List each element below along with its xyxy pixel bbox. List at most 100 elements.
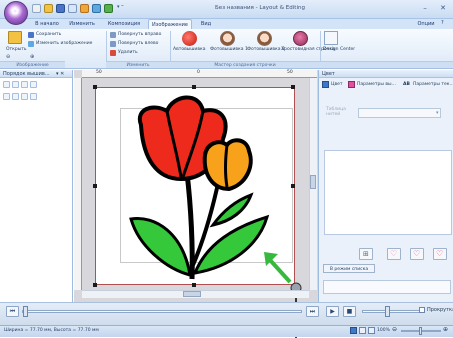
cross-stitch-button[interactable]: Хростовидная строчка [281,47,335,52]
rewind-start-button[interactable]: ⏮ [6,306,19,317]
color-palette-area[interactable] [324,150,452,235]
quick-access-icon[interactable] [104,4,113,13]
view-icon[interactable] [3,93,10,100]
rotate-left-button[interactable]: Повернуть влево [118,41,158,46]
save-image-button[interactable]: Сохранить [36,32,61,37]
change-image-button[interactable]: Изменить изображение [36,41,92,46]
save-disk-icon[interactable] [56,4,65,13]
grid-toggle-icon[interactable] [350,327,357,334]
delete-button[interactable]: Удалить [118,50,138,55]
list-mode-button[interactable]: В режим списка [323,264,375,273]
window-title: Без названия - Layout & Editing [215,5,305,11]
quick-access-dropdown-icon[interactable]: ▾ ⁼ [117,4,135,13]
step-forward-button[interactable]: ⏭ [306,306,319,317]
panel-pin-close-icon[interactable]: ▾ ✕ [56,71,71,78]
heart-outline-icon: ♡ [390,249,398,258]
move-up-icon[interactable] [12,93,19,100]
vertical-scroll-thumb[interactable] [310,175,316,189]
scroll-checkbox[interactable] [419,307,425,313]
zoom-level: 100% [377,328,390,333]
petal-line [224,144,229,188]
options-menu[interactable]: Опции [412,19,440,29]
sort-icon[interactable] [3,81,10,88]
tab-view[interactable]: Вид [196,19,216,29]
resize-handle[interactable] [291,184,295,188]
close-button[interactable]: ✕ [438,3,448,13]
change-image-icon [28,41,34,47]
rotate-left-icon [110,41,116,47]
resize-handle[interactable] [93,85,97,89]
open-image-icon[interactable] [8,31,22,44]
stop-button[interactable]: ■ [343,306,356,317]
open-folder-icon[interactable] [44,4,53,13]
tab-image[interactable]: Изображение [148,19,192,29]
resize-handle[interactable] [192,283,196,287]
undo-icon[interactable] [80,4,89,13]
speed-slider-thumb[interactable] [385,306,390,317]
play-button[interactable]: ▶ [326,306,339,317]
rotate-right-icon [110,32,116,38]
select-icon[interactable] [30,93,37,100]
zoom-slider-thumb[interactable] [419,327,422,335]
leaf [129,216,192,278]
resize-handle[interactable] [93,283,97,287]
zoom-fit-icon[interactable] [368,327,375,334]
group-design-center-label [320,61,453,68]
new-document-icon[interactable] [32,4,41,13]
sew-params-tab-icon [348,81,355,88]
group-image-label: Изображение [0,61,65,68]
apple-auto-punch-icon[interactable] [182,31,197,46]
speed-slider[interactable] [362,310,422,313]
zoom-plus-icon[interactable]: ⊕ [30,54,38,60]
rotate-right-button[interactable]: Повернуть вправо [118,32,161,37]
redo-icon[interactable] [92,4,101,13]
photo-stitch-2-icon[interactable] [257,31,272,46]
photo-stitch-1-icon[interactable] [220,31,235,46]
thread-chart-select[interactable] [358,108,441,118]
spool-icon: ⊞ [363,250,369,258]
design-center-icon[interactable] [324,31,338,45]
progress-slider-thumb[interactable] [23,306,28,317]
tab-edit[interactable]: Изменить [66,19,98,29]
ungroup-icon[interactable] [30,81,37,88]
design-center-button[interactable]: Design Center [323,47,355,52]
auto-punch-button[interactable]: Автовышивка [173,47,205,52]
resize-handle[interactable] [192,85,196,89]
tab-color[interactable]: Цвет [331,80,343,89]
dimensions-status: Ширина = 77.70 мм, Высота = 77.70 мм [4,328,99,333]
chevron-down-icon[interactable]: ▾ [436,110,442,116]
print-icon[interactable] [68,4,77,13]
cross-stitch-icon[interactable] [293,31,308,46]
resize-handle[interactable] [93,184,97,188]
help-icon[interactable]: ? [441,20,449,28]
page-view-icon[interactable] [359,327,366,334]
app-logo-icon: ✿ [11,7,19,17]
tab-home[interactable]: В начало [30,19,64,29]
horizontal-scroll-thumb[interactable] [183,291,201,297]
group-icon[interactable] [21,81,28,88]
group-wizard-label: Мастер создания строчки [170,61,320,68]
embroidery-order-panel: Порядок вышив... [0,70,73,302]
selected-color-field [323,280,451,294]
color-tab-icon [322,81,329,88]
panel-title: Цвет [319,70,453,78]
delete-icon [110,50,116,56]
color-sort-icon[interactable] [12,81,19,88]
progress-slider[interactable] [22,310,302,313]
leaf [209,192,254,228]
open-button[interactable]: Открыть [6,47,27,52]
zoom-out-icon[interactable]: ⊖ [392,326,400,334]
save-image-icon [28,32,34,38]
zoom-minus-icon[interactable]: ⊖ [6,54,14,60]
tab-sew-params[interactable]: Параметры вы... [357,80,396,89]
tab-text-params[interactable]: Параметры тек... [413,80,453,89]
resize-handle[interactable] [291,85,295,89]
minimize-button[interactable]: – [420,3,430,13]
text-params-tab-icon: AB [403,82,410,87]
tab-composition[interactable]: Композиция [102,19,146,29]
zoom-in-icon[interactable]: ⊕ [443,326,451,334]
ruler-label: 0 [197,70,200,75]
group-edit-label: Изменить [106,61,170,68]
move-down-icon[interactable] [21,93,28,100]
thread-chart-label: Таблица нитей [326,107,346,117]
